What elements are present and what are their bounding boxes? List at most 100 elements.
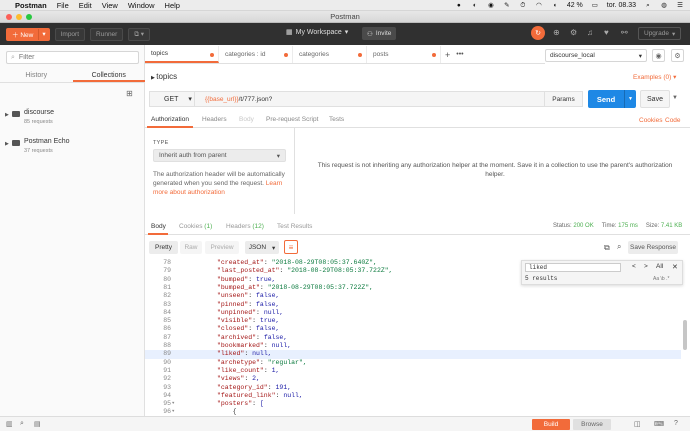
toggle-sidebar-icon[interactable]: ▥ [6,420,13,428]
menu-edit[interactable]: Edit [79,1,92,10]
environment-select[interactable]: discourse_local ▾ [545,49,647,62]
layout-icon[interactable]: ◫ [634,420,641,428]
invite-button[interactable]: ⚇ Invite [362,27,397,40]
workspace-switcher[interactable]: ▦ My Workspace ▾ [286,28,348,37]
editor-scrollbar[interactable] [683,320,687,350]
find-input[interactable]: liked [525,263,621,272]
notification-center-icon[interactable]: ☰ [676,2,684,9]
close-window-button[interactable] [6,14,12,20]
raw-button[interactable]: Raw [180,241,202,254]
wifi-icon[interactable]: ◠ [535,2,543,9]
menu-window[interactable]: Window [128,1,155,10]
tab-response-body[interactable]: Body [151,223,166,230]
code-line[interactable]: 84 "unpinned": null, [145,309,681,317]
battery-icon[interactable]: ▭ [591,2,599,9]
tab-pre-request-script[interactable]: Pre-request Script [266,116,318,123]
url-input[interactable]: {{base_url}}/t/777.json? [194,91,545,107]
code-line[interactable]: 82 "unseen": false, [145,292,681,300]
wrap-lines-icon[interactable]: ≡ [284,240,298,254]
new-button[interactable]: ＋ New ▾ [6,27,50,41]
tab-response-headers[interactable]: Headers (12) [226,223,264,230]
add-tab-icon[interactable]: + [445,46,450,63]
tab-collections[interactable]: Collections [72,69,145,82]
more-icon[interactable]: ••• [456,46,463,63]
code-line[interactable]: 96 ▼ { [145,408,681,416]
code-line[interactable]: 88 "bookmarked": null, [145,342,681,350]
caret-right-icon[interactable]: ▶ [5,112,9,118]
code-line[interactable]: 90 "archetype": "regular", [145,359,681,367]
upgrade-button[interactable]: Upgrade ▾ [638,27,682,40]
tray-icon-1[interactable]: ● [455,2,463,9]
collection-item[interactable]: ▶ discourse 85 requests [0,107,145,131]
tray-icon-4[interactable]: ✎ [503,2,511,9]
search-icon[interactable]: ⌕ [617,242,621,252]
tab-tests[interactable]: Tests [329,116,344,123]
code-line[interactable]: 87 "archived": false, [145,334,681,342]
find-all-button[interactable]: All [656,263,663,270]
code-line[interactable]: 92 "views": 2, [145,375,681,383]
examples-dropdown[interactable]: Examples (0) ▾ [633,73,676,81]
find-options[interactable]: Aa \b .* [653,276,669,282]
send-button[interactable]: Send ▼ [588,90,636,108]
volume-icon[interactable]: ◖ [551,2,559,9]
spotlight-icon[interactable]: ⌕ [644,2,652,9]
caret-right-icon[interactable]: ▶ [5,141,9,147]
code-line[interactable]: 95 ▼ "posters": [ [145,400,681,408]
pretty-button[interactable]: Pretty [149,241,178,254]
tab-history[interactable]: History [0,69,73,82]
fold-icon[interactable]: ▼ [172,408,174,416]
save-response-button[interactable]: Save Response [628,241,678,254]
tray-icon-3[interactable]: ◉ [487,2,495,9]
chevron-down-icon[interactable]: ▼ [672,95,678,101]
menu-postman[interactable]: Postman [15,1,47,10]
code-line[interactable]: 94 "featured_link": null, [145,392,681,400]
help-icon[interactable]: ? [674,420,678,427]
runner-button[interactable]: Runner [90,27,124,41]
minimize-window-button[interactable] [16,14,22,20]
auth-type-select[interactable]: Inherit auth from parent ▾ [153,149,286,162]
chevron-down-icon[interactable]: ▾ [38,28,48,40]
code-line[interactable]: 91 "like_count": 1, [145,367,681,375]
new-collection-icon[interactable]: ⊞ [126,89,133,98]
code-line[interactable]: 93 "category_id": 191, [145,384,681,392]
maximize-window-button[interactable] [26,14,32,20]
tray-icon-5[interactable]: ⏱ [519,2,527,9]
tab-body[interactable]: Body [239,116,254,123]
clock[interactable]: tor. 08.33 [607,2,636,9]
filter-input[interactable] [18,54,129,61]
tab-headers[interactable]: Headers [202,116,227,123]
heart-icon[interactable]: ♥ [604,28,609,37]
preview-button[interactable]: Preview [205,241,239,254]
cookies-link[interactable]: Cookies [639,117,662,124]
siri-icon[interactable]: ◍ [660,2,668,9]
menu-help[interactable]: Help [165,1,180,10]
environment-quick-look-icon[interactable]: ◉ [652,49,665,62]
request-tab[interactable]: categories : id [219,46,293,63]
browse-button[interactable]: Browse [573,419,611,430]
manage-environments-icon[interactable]: ⚙ [671,49,684,62]
code-line[interactable]: 89 "liked": null, [145,350,681,359]
menu-view[interactable]: View [102,1,118,10]
code-link[interactable]: Code [665,117,681,124]
request-title[interactable]: ▶ topics [151,72,177,81]
settings-icon[interactable]: ⚙ [570,28,577,37]
notifications-icon[interactable]: ♫ [587,28,593,37]
battery-text[interactable]: 42 % [567,2,583,9]
sync-icon[interactable]: ↻ [531,26,545,40]
interceptor-icon[interactable]: ⊕ [553,28,560,37]
close-icon[interactable]: ✕ [672,263,678,271]
menu-file[interactable]: File [57,1,69,10]
format-select[interactable]: JSON ▾ [245,241,279,254]
method-select[interactable]: GET ▾ [149,91,194,107]
code-line[interactable]: 86 "closed": false, [145,325,681,333]
code-line[interactable]: 83 "pinned": false, [145,301,681,309]
chevron-down-icon[interactable]: ▼ [624,90,636,108]
tray-icon-2[interactable]: ◐ [471,2,479,9]
tab-test-results[interactable]: Test Results [277,223,312,230]
fold-icon[interactable]: ▼ [172,400,174,408]
import-button[interactable]: Import [54,27,86,41]
code-line[interactable]: 81 "bumped_at": "2018-08-29T08:05:37.722Z… [145,284,681,292]
find-previous-icon[interactable]: < [632,263,636,270]
copy-icon[interactable]: ⧉ [604,243,610,253]
build-button[interactable]: Build [532,419,570,430]
